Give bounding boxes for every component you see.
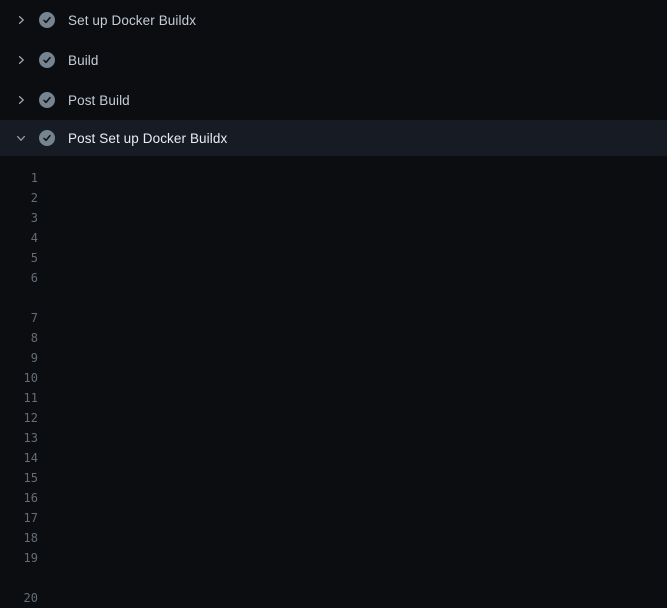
- steps-list: Set up Docker Buildx Build Post Build: [0, 0, 667, 156]
- check-circle-icon: [39, 92, 55, 108]
- log-line: 20time="2021-04-23T18:02:38Z" level=debu…: [0, 588, 667, 608]
- step-set-up-docker-buildx[interactable]: Set up Docker Buildx: [0, 0, 667, 40]
- step-label: Build: [68, 53, 99, 68]
- log-line-command: 3/usr/bin/docker logs buildx_buildkit_bu…: [0, 208, 667, 228]
- log-line: 4time="2021-04-23T18:02:37Z" level=info …: [0, 228, 667, 248]
- log-line: 17time="2021-04-23T18:02:38Z" level=debu…: [0, 508, 667, 528]
- log-line-number[interactable]: 4: [0, 228, 38, 248]
- log-line-number[interactable]: 10: [0, 368, 38, 388]
- log-line-number[interactable]: 9: [0, 348, 38, 368]
- log-line-continuation: linux/riscv64 linux/ppc64le linux/s390x …: [0, 288, 667, 308]
- step-label: Set up Docker Buildx: [68, 13, 196, 28]
- log-line-number[interactable]: 6: [0, 268, 38, 288]
- log-line: 8time="2021-04-23T18:02:37Z" level=info …: [0, 328, 667, 348]
- actions-log-viewer: Set up Docker Buildx Build Post Build: [0, 0, 667, 608]
- chevron-right-icon[interactable]: [12, 92, 30, 108]
- step-post-set-up-docker-buildx[interactable]: Post Set up Docker Buildx: [0, 120, 667, 156]
- check-circle-icon: [39, 12, 55, 28]
- log-line-number[interactable]: 20: [0, 588, 38, 608]
- log-line-number[interactable]: 19: [0, 548, 38, 568]
- log-line: 14time="2021-04-23T18:02:38Z" level=debu…: [0, 448, 667, 468]
- log-line-continuation: application/vnd.oci.image.index.v1+json,…: [0, 568, 667, 588]
- log-line: 6time="2021-04-23T18:02:37Z" level=info …: [0, 268, 667, 288]
- log-line: 16time="2021-04-23T18:02:38Z" level=debu…: [0, 488, 667, 508]
- log-line: 15time="2021-04-23T18:02:38Z" level=debu…: [0, 468, 667, 488]
- log-line-number[interactable]: 17: [0, 508, 38, 528]
- log-line: 19time="2021-04-23T18:02:38Z" level=debu…: [0, 548, 667, 568]
- log-line-number[interactable]: 3: [0, 208, 38, 228]
- log-line: 12time="2021-04-23T18:02:38Z" level=debu…: [0, 408, 667, 428]
- chevron-down-icon[interactable]: [12, 130, 30, 146]
- log-line: 18time="2021-04-23T18:02:38Z" level=debu…: [0, 528, 667, 548]
- chevron-right-icon[interactable]: [12, 52, 30, 68]
- log-line-number[interactable]: 1: [0, 168, 38, 188]
- log-line: 7time="2021-04-23T18:02:37Z" level=warni…: [0, 308, 667, 328]
- log-line: 13time="2021-04-23T18:02:38Z" level=debu…: [0, 428, 667, 448]
- log-line-number[interactable]: 5: [0, 248, 38, 268]
- log-line: 11time="2021-04-23T18:02:38Z" level=debu…: [0, 388, 667, 408]
- step-build[interactable]: Build: [0, 40, 667, 80]
- log-line-number[interactable]: 12: [0, 408, 38, 428]
- step-label: Post Set up Docker Buildx: [68, 131, 227, 146]
- log-output: 1Post job cleanup. 2▼BuildKit container …: [0, 156, 667, 608]
- check-circle-icon: [39, 130, 55, 146]
- log-line-number[interactable]: 16: [0, 488, 38, 508]
- step-label: Post Build: [68, 93, 130, 108]
- check-circle-icon: [39, 52, 55, 68]
- log-line: 1Post job cleanup.: [0, 168, 667, 188]
- step-post-build[interactable]: Post Build: [0, 80, 667, 120]
- log-line: 5time="2021-04-23T18:02:37Z" level=warni…: [0, 248, 667, 268]
- log-line-number[interactable]: 11: [0, 388, 38, 408]
- log-line-group-header[interactable]: 2▼BuildKit container logs: [0, 188, 667, 208]
- log-line-number[interactable]: 2: [0, 188, 38, 208]
- log-line-number[interactable]: 7: [0, 308, 38, 328]
- log-line-number[interactable]: 13: [0, 428, 38, 448]
- log-line: 10time="2021-04-23T18:02:37Z" level=info…: [0, 368, 667, 388]
- log-line-number[interactable]: 8: [0, 328, 38, 348]
- chevron-right-icon[interactable]: [12, 12, 30, 28]
- log-line: 9time="2021-04-23T18:02:37Z" level=warni…: [0, 348, 667, 368]
- log-line-number[interactable]: 14: [0, 448, 38, 468]
- log-line-number[interactable]: 18: [0, 528, 38, 548]
- log-line-number[interactable]: 15: [0, 468, 38, 488]
